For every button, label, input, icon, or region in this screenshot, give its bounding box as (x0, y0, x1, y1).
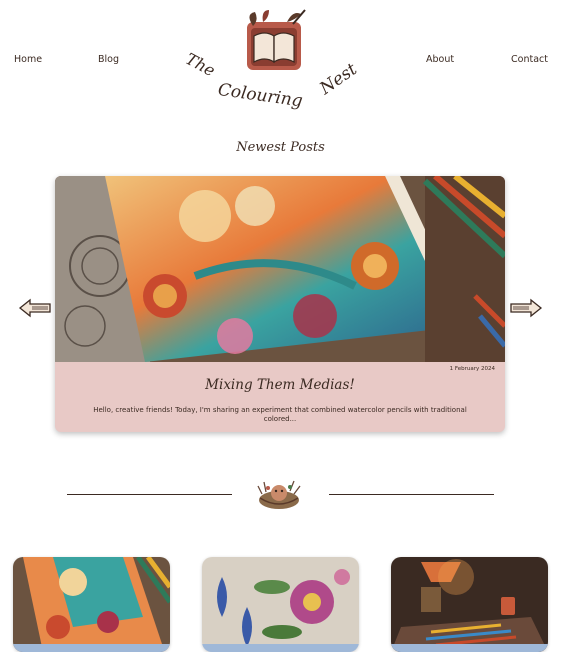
post-card-1[interactable] (13, 557, 170, 652)
nav-link-home[interactable]: Home (14, 54, 42, 65)
svg-text:Colouring: Colouring (217, 80, 304, 112)
featured-post-card[interactable]: 1 February 2024 Mixing Them Medias! Hell… (55, 176, 505, 432)
book-logo-icon: The Colouring Nest (183, 9, 361, 112)
arrow-left-icon (18, 298, 51, 318)
top-navigation: Home Blog The Colouring Nest About Conta… (0, 0, 561, 125)
post-card-image (202, 557, 359, 652)
arrow-right-icon (510, 298, 543, 318)
divider-emblem (254, 476, 304, 512)
post-card-image (13, 557, 170, 652)
section-title: Newest Posts (236, 140, 325, 155)
nav-link-contact[interactable]: Contact (511, 54, 548, 65)
post-title[interactable]: Mixing Them Medias! (55, 377, 505, 393)
svg-text:Nest: Nest (315, 59, 361, 99)
post-card-2[interactable] (202, 557, 359, 652)
site-logo[interactable]: The Colouring Nest (175, 8, 375, 120)
post-excerpt: Hello, creative friends! Today, I'm shar… (93, 406, 467, 423)
carousel-next-button[interactable] (509, 298, 543, 318)
featured-post-image (55, 176, 505, 362)
nav-link-about[interactable]: About (426, 54, 454, 65)
carousel-prev-button[interactable] (18, 298, 52, 318)
post-card-strip (13, 644, 170, 652)
nest-emblem-icon (257, 480, 301, 509)
divider-line-right (329, 494, 494, 495)
post-card-image (391, 557, 548, 652)
post-date: 1 February 2024 (449, 366, 495, 372)
post-card-strip (391, 644, 548, 652)
divider-line-left (67, 494, 232, 495)
nav-link-blog[interactable]: Blog (98, 54, 119, 65)
post-card-strip (202, 644, 359, 652)
svg-text:The: The (183, 49, 219, 80)
post-card-3[interactable] (391, 557, 548, 652)
